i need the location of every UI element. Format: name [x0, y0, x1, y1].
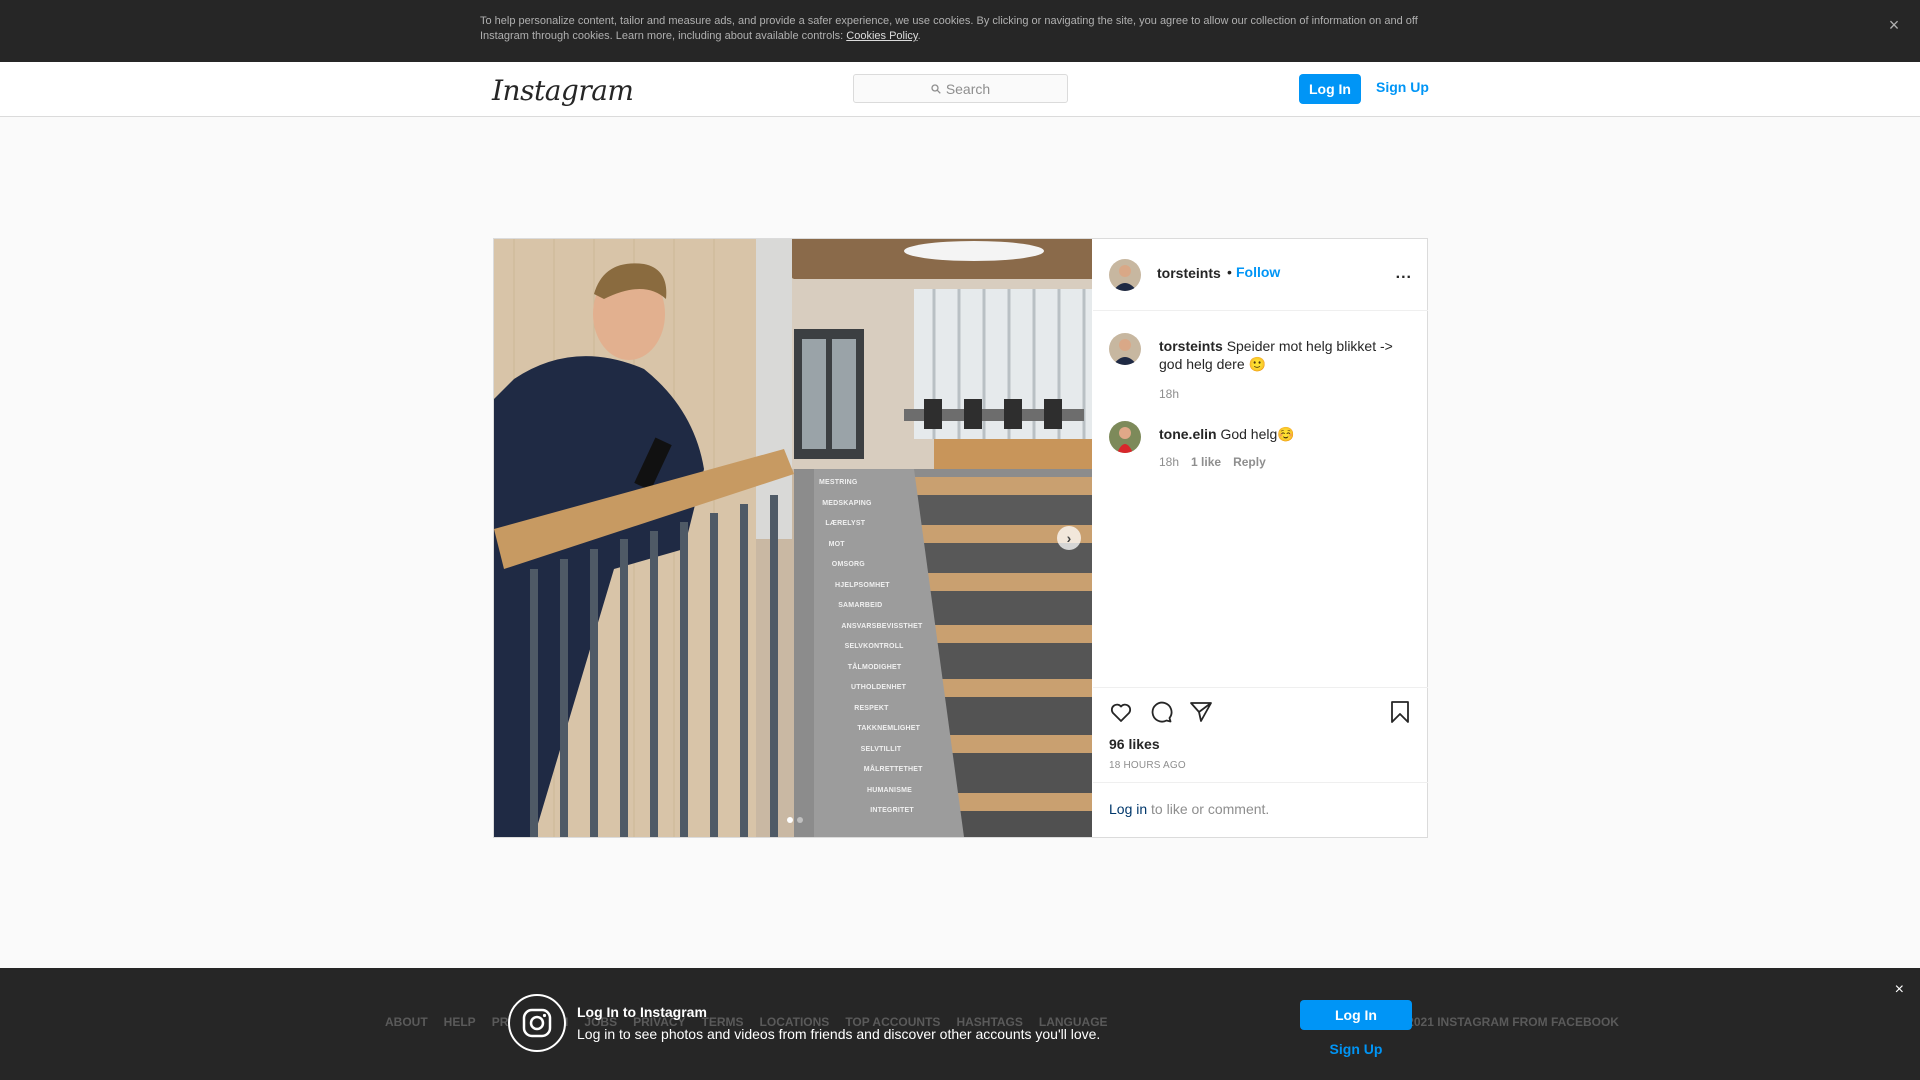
prompt-subtitle: Log in to see photos and videos from fri… — [577, 1026, 1101, 1042]
post-sidebar: torsteints • Follow ... torsteints Speid… — [1093, 239, 1428, 837]
avatar[interactable] — [1109, 333, 1141, 365]
prompt-login-button[interactable]: Log In — [1300, 1000, 1412, 1030]
cookie-message: To help personalize content, tailor and … — [480, 15, 1418, 42]
login-rest-text: to like or comment. — [1147, 801, 1270, 817]
signup-link[interactable]: Sign Up — [1376, 79, 1429, 95]
post-header: torsteints • Follow ... — [1093, 239, 1428, 311]
comment-likes[interactable]: 1 like — [1191, 455, 1221, 469]
heart-icon[interactable] — [1109, 700, 1133, 724]
carousel-dot — [797, 817, 803, 823]
prompt-signup-link[interactable]: Sign Up — [1300, 1041, 1412, 1057]
login-link[interactable]: Log in — [1109, 801, 1147, 817]
comment-icon[interactable] — [1149, 700, 1173, 724]
cookie-banner: To help personalize content, tailor and … — [0, 0, 1920, 62]
photo-illustration — [494, 239, 1092, 837]
comment-meta: 18h — [1159, 387, 1179, 401]
comment-text: torsteints Speider mot helg blikket -> g… — [1159, 337, 1409, 373]
carousel-dot — [787, 817, 793, 823]
login-to-comment: Log in to like or comment. — [1093, 782, 1428, 838]
comment-text: tone.elin God helg☺️ — [1159, 425, 1409, 443]
share-icon[interactable] — [1189, 700, 1213, 724]
comment-time[interactable]: 18h — [1159, 455, 1179, 469]
cookie-period: . — [917, 30, 921, 42]
footer-link[interactable]: ABOUT — [385, 1015, 428, 1029]
next-photo-button[interactable]: › — [1057, 526, 1081, 550]
cookie-text: To help personalize content, tailor and … — [480, 14, 1440, 44]
separator-dot: • — [1227, 264, 1232, 280]
post-photo[interactable]: MESTRING MEDSKAPING LÆRELYST MOT OMSORG HJELP… — [494, 239, 1092, 837]
avatar[interactable] — [1109, 421, 1141, 453]
action-icons — [1109, 700, 1213, 724]
follow-button[interactable]: Follow — [1236, 264, 1280, 280]
instagram-icon — [508, 994, 566, 1052]
login-button[interactable]: Log In — [1299, 74, 1361, 104]
footer-link[interactable]: HELP — [444, 1015, 476, 1029]
post-timestamp[interactable]: 18 HOURS AGO — [1109, 760, 1186, 771]
close-icon[interactable]: × — [1895, 981, 1904, 999]
comment-body: God helg☺️ — [1220, 426, 1295, 442]
more-options-icon[interactable]: ... — [1396, 265, 1412, 283]
post-card: MESTRING MEDSKAPING LÆRELYST MOT OMSORG HJELP… — [493, 238, 1428, 838]
top-nav: Instagram Search Log In Sign Up — [0, 62, 1920, 117]
likes-count[interactable]: 96 likes — [1109, 736, 1160, 752]
footer-copyright: © 2021 INSTAGRAM FROM FACEBOOK — [1395, 1015, 1619, 1029]
login-prompt-bar: ABOUTHELPPRESSAPIJOBSPRIVACYTERMSLOCATIO… — [0, 968, 1920, 1080]
cookies-policy-link[interactable]: Cookies Policy — [846, 30, 917, 42]
post-actions: 96 likes 18 HOURS AGO Log in to like or … — [1093, 687, 1428, 837]
comment-time[interactable]: 18h — [1159, 387, 1179, 401]
search-placeholder: Search — [945, 80, 991, 97]
carousel-dots — [787, 817, 803, 823]
avatar[interactable] — [1109, 259, 1141, 291]
comment-username[interactable]: tone.elin — [1159, 426, 1217, 442]
post-username[interactable]: torsteints — [1157, 265, 1221, 281]
bookmark-icon[interactable] — [1388, 700, 1412, 729]
prompt-title: Log In to Instagram — [577, 1004, 707, 1020]
close-icon[interactable]: × — [1884, 15, 1904, 35]
comment-username[interactable]: torsteints — [1159, 338, 1223, 354]
reply-button[interactable]: Reply — [1233, 455, 1266, 469]
instagram-logo[interactable]: Instagram — [492, 74, 634, 107]
comment-meta: 18h 1 like Reply — [1159, 455, 1266, 469]
search-input[interactable]: Search — [853, 74, 1068, 103]
search-icon — [931, 83, 941, 94]
